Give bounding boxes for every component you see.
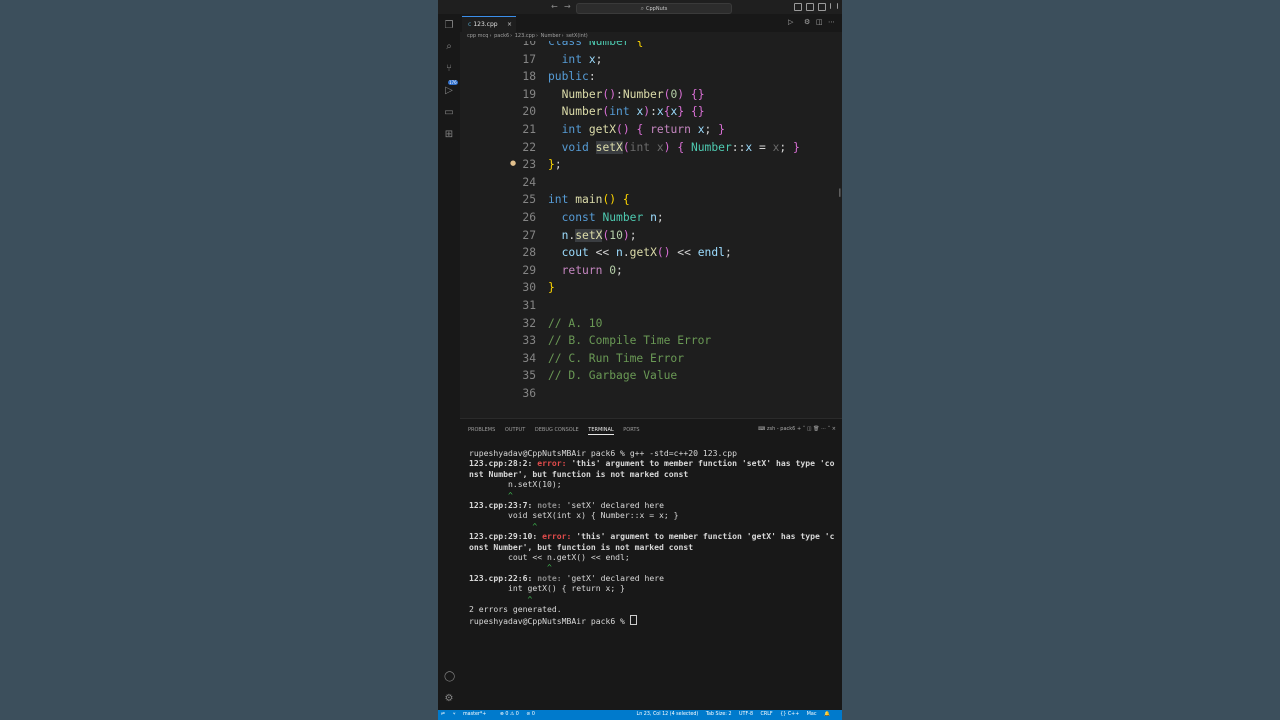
search-icon[interactable]: ⌕ [444,42,454,52]
breadcrumb: cpp mcq› pack6› 123.cpp› Number› setX(in… [467,33,588,39]
breadcrumb-item[interactable]: setX(int) [566,33,588,39]
title-bar: ← → ⌕ CppNuts [438,0,842,14]
breadcrumb-item[interactable]: 123.cpp [515,33,535,39]
tab-output[interactable]: OUTPUT [505,427,525,433]
branch-indicator[interactable]: ⑂ master*+ [453,712,493,717]
settings-gear-icon[interactable]: ⚙ [444,694,454,704]
toggle-secondary-sidebar-icon[interactable] [818,3,826,11]
command-center[interactable]: ⌕ CppNuts [576,3,732,14]
split-terminal-icon[interactable]: ◫ [807,426,812,432]
line-number-gutter: 16 17 18 19 20 21 22 23 24 25 26 27 28 29 30 31 32 33 34 35… [522,41,536,400]
tab-ports[interactable]: PORTS [623,427,639,433]
terminal-shell-icon: ⌨ [758,426,766,432]
more-actions-icon[interactable]: ⋯ [821,426,826,432]
chevron-down-icon[interactable]: ˅ [803,426,806,432]
tab-problems[interactable]: PROBLEMS [468,427,495,433]
cpp-file-icon: c [468,21,472,28]
split-editor-icon[interactable]: ◫ [816,18,823,26]
toggle-sidebar-icon[interactable] [794,3,802,11]
language-mode[interactable]: {} C++ [780,712,799,717]
status-bar: ⇌ ⑂ master*+ ⊗ 0 ⚠ 0 ⊘ 0 Ln 23, Col 12 (… [438,710,842,720]
close-icon[interactable]: × [507,17,512,32]
remote-explorer-icon[interactable]: ▭ [444,108,454,118]
panel-actions: ⌨ zsh - pack6 + ˅ ◫ 🗑 ⋯ ˄ × [758,426,836,432]
vscode-window: ← → ⌕ CppNuts ❐ ⌕ ⑂ 176 ▷ ▭ ⊞ ◯ ⚙ c 123.cp… [438,0,842,720]
forward-arrow-icon[interactable]: → [564,2,571,11]
editor-tab-bar: c 123.cpp × ▷ ⚙ ◫ ⋯ [460,14,842,32]
run-debug-icon[interactable]: ▷ [444,86,454,96]
terminal-selector[interactable]: zsh - pack6 [767,426,795,432]
panel-tabs: PROBLEMS OUTPUT DEBUG CONSOLE TERMINAL P… [468,427,648,435]
extensions-icon[interactable]: ⊞ [444,130,454,140]
problems-indicator[interactable]: ⊗ 0 ⚠ 0 [500,712,519,717]
new-terminal-icon[interactable]: + [797,426,801,432]
toggle-panel-icon[interactable] [806,3,814,11]
ports-indicator[interactable]: ⊘ 0 [526,712,535,717]
cursor-position[interactable]: Ln 23, Col 12 (4 selected) [637,712,699,717]
tab-debug-console[interactable]: DEBUG CONSOLE [535,427,579,433]
run-icon[interactable]: ▷ [788,18,793,26]
search-icon: ⌕ [640,5,645,12]
notifications-icon[interactable]: 🔔 [824,712,830,717]
terminal-output[interactable]: rupeshyadav@CppNutsMBAir pack6 % g++ -st… [469,448,839,626]
source-control-icon[interactable]: ⑂ [444,64,454,74]
account-icon[interactable]: ◯ [444,672,455,682]
gear-icon[interactable]: ⚙ [804,18,810,26]
more-actions-icon[interactable]: ⋯ [828,18,835,26]
remote-icon[interactable]: ⇌ [441,712,445,717]
tab-123-cpp[interactable]: c 123.cpp × [462,16,516,32]
back-arrow-icon[interactable]: ← [551,2,558,11]
breadcrumb-item[interactable]: pack6 [494,33,509,39]
close-icon[interactable]: × [832,426,836,432]
breadcrumb-item[interactable]: Number [541,33,561,39]
line-ending[interactable]: CRLF [761,712,773,717]
layout-icon[interactable] [830,3,838,9]
scrollbar[interactable]: ┃ [838,189,842,197]
tab-terminal[interactable]: TERMINAL [588,427,614,435]
code-editor[interactable]: 16 17 18 19 20 21 22 23 24 25 26 27 28 29 30 31 32 33 34 35… [460,41,842,418]
branch-icon: ⑂ [452,712,456,717]
tab-size[interactable]: Tab Size: 2 [706,712,732,717]
activity-bar: ❐ ⌕ ⑂ 176 ▷ ▭ ⊞ ◯ ⚙ [438,14,460,710]
encoding[interactable]: UTF-8 [739,712,753,717]
platform[interactable]: Mac [807,712,817,717]
source-code: class Number { int x; public: Number():N… [548,41,800,383]
bottom-panel: PROBLEMS OUTPUT DEBUG CONSOLE TERMINAL P… [460,418,842,711]
terminal-cursor [629,614,637,625]
lightbulb-icon[interactable]: ● [510,159,516,167]
trash-icon[interactable]: 🗑 [813,426,819,432]
maximize-panel-icon[interactable]: ˄ [828,426,831,432]
breadcrumb-item[interactable]: cpp mcq [467,33,488,39]
explorer-icon[interactable]: ❐ [444,21,454,31]
